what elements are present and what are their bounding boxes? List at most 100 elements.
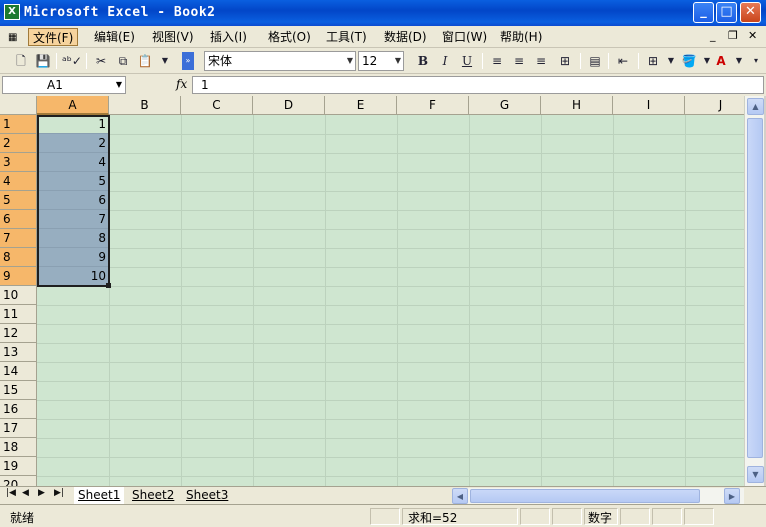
align-right-icon[interactable]: ≡ xyxy=(532,52,550,70)
maximize-button[interactable]: □ xyxy=(716,2,737,23)
menu-format[interactable]: 格式(O) xyxy=(264,28,315,46)
align-center-icon[interactable]: ≡ xyxy=(510,52,528,70)
font-name-select[interactable]: 宋体 ▼ xyxy=(204,51,356,71)
scroll-down-icon[interactable]: ▼ xyxy=(747,466,764,483)
name-box[interactable]: A1 ▼ xyxy=(2,76,126,94)
row-header-8[interactable]: 8 xyxy=(0,248,37,267)
row-header-6[interactable]: 6 xyxy=(0,210,37,229)
font-color-dropdown-icon[interactable]: ▼ xyxy=(730,52,748,70)
font-color-icon[interactable]: A xyxy=(712,52,730,70)
toolbar-separator xyxy=(638,53,639,69)
row-header-15[interactable]: 15 xyxy=(0,381,37,400)
row-header-3[interactable]: 3 xyxy=(0,153,37,172)
row-header-4[interactable]: 4 xyxy=(0,172,37,191)
last-sheet-icon[interactable]: ▶| xyxy=(54,488,64,498)
vertical-scrollbar[interactable]: ▲ ▼ xyxy=(744,96,764,486)
next-sheet-icon[interactable]: ▶ xyxy=(38,488,45,498)
gridline xyxy=(253,115,254,486)
chevron-down-icon: ▼ xyxy=(346,56,353,65)
column-header-g[interactable]: G xyxy=(469,96,541,115)
row-header-1[interactable]: 1 xyxy=(0,115,37,134)
decrease-indent-icon[interactable]: ⇤ xyxy=(614,52,632,70)
row-header-17[interactable]: 17 xyxy=(0,419,37,438)
row-header-10[interactable]: 10 xyxy=(0,286,37,305)
menu-help[interactable]: 帮助(H) xyxy=(496,28,546,46)
menu-edit[interactable]: 编辑(E) xyxy=(90,28,139,46)
first-sheet-icon[interactable]: |◀ xyxy=(6,488,16,498)
column-header-b[interactable]: B xyxy=(109,96,181,115)
close-button[interactable]: ✕ xyxy=(740,2,761,23)
tab-sheet3[interactable]: Sheet3 xyxy=(182,487,232,504)
toolbar-options-icon[interactable]: » xyxy=(182,52,194,70)
column-header-i[interactable]: I xyxy=(613,96,685,115)
cut-icon[interactable]: ✂ xyxy=(92,52,110,70)
row-header-11[interactable]: 11 xyxy=(0,305,37,324)
menu-data[interactable]: 数据(D) xyxy=(380,28,431,46)
horizontal-scroll-thumb[interactable] xyxy=(470,489,700,503)
copy-icon[interactable]: ⧉ xyxy=(114,52,132,70)
select-all-corner[interactable] xyxy=(0,96,37,115)
column-header-a[interactable]: A xyxy=(37,96,109,115)
doc-restore-button[interactable]: ❐ xyxy=(728,29,738,42)
fx-icon[interactable]: fx xyxy=(176,77,187,91)
doc-minimize-button[interactable]: _ xyxy=(710,29,716,42)
selection-border xyxy=(37,115,110,287)
row-header-20[interactable]: 20 xyxy=(0,476,37,486)
column-header-e[interactable]: E xyxy=(325,96,397,115)
align-left-icon[interactable]: ≡ xyxy=(488,52,506,70)
row-header-16[interactable]: 16 xyxy=(0,400,37,419)
column-header-d[interactable]: D xyxy=(253,96,325,115)
column-header-j[interactable]: J xyxy=(685,96,744,115)
menu-insert[interactable]: 插入(I) xyxy=(206,28,251,46)
name-box-value: A1 xyxy=(47,78,63,92)
row-header-12[interactable]: 12 xyxy=(0,324,37,343)
row-header-9[interactable]: 9 xyxy=(0,267,37,286)
status-pane xyxy=(620,508,650,525)
column-header-f[interactable]: F xyxy=(397,96,469,115)
minimize-button[interactable]: _ xyxy=(693,2,714,23)
bold-button[interactable]: B xyxy=(414,52,432,70)
row-header-7[interactable]: 7 xyxy=(0,229,37,248)
fill-handle[interactable] xyxy=(106,283,111,288)
vertical-scroll-thumb[interactable] xyxy=(747,118,763,458)
formula-input[interactable]: 1 xyxy=(192,76,764,94)
row-header-18[interactable]: 18 xyxy=(0,438,37,457)
prev-sheet-icon[interactable]: ◀ xyxy=(22,488,29,498)
toolbar-separator xyxy=(56,53,57,69)
menu-tools[interactable]: 工具(T) xyxy=(322,28,371,46)
sheet-grid[interactable]: A B C D E F G H I J 1 2 3 4 5 6 7 8 9 10… xyxy=(0,96,744,486)
row-header-5[interactable]: 5 xyxy=(0,191,37,210)
paste-dropdown-icon[interactable]: ▼ xyxy=(156,52,174,70)
row-header-14[interactable]: 14 xyxy=(0,362,37,381)
column-header-c[interactable]: C xyxy=(181,96,253,115)
borders-icon[interactable]: ⊞ xyxy=(644,52,662,70)
scroll-left-icon[interactable]: ◀ xyxy=(452,488,468,504)
row-header-19[interactable]: 19 xyxy=(0,457,37,476)
menu-file[interactable]: 文件(F) xyxy=(28,28,79,46)
row-header-2[interactable]: 2 xyxy=(0,134,37,153)
scroll-up-icon[interactable]: ▲ xyxy=(747,98,764,115)
row-header-13[interactable]: 13 xyxy=(0,343,37,362)
new-file-icon[interactable]: 🗋 xyxy=(12,52,30,70)
currency-style-icon[interactable]: ▤ xyxy=(586,52,604,70)
spelling-icon[interactable]: ᵃᵇ✓ xyxy=(62,52,82,70)
document-icon[interactable]: ▦ xyxy=(4,29,21,47)
borders-dropdown-icon[interactable]: ▼ xyxy=(662,52,680,70)
column-header-h[interactable]: H xyxy=(541,96,613,115)
menu-window[interactable]: 窗口(W) xyxy=(438,28,491,46)
fill-color-icon[interactable]: 🪣 xyxy=(680,52,698,70)
italic-button[interactable]: I xyxy=(436,52,454,70)
toolbar-more-icon[interactable]: ▾ xyxy=(750,52,762,70)
merge-center-icon[interactable]: ⊞ xyxy=(556,52,574,70)
underline-button[interactable]: U xyxy=(458,52,476,70)
excel-icon[interactable]: X xyxy=(4,4,20,20)
tab-sheet2[interactable]: Sheet2 xyxy=(128,487,178,504)
doc-close-button[interactable]: ✕ xyxy=(748,29,757,42)
horizontal-scrollbar[interactable]: ◀ ▶ xyxy=(452,488,744,504)
save-icon[interactable]: 💾 xyxy=(34,52,52,70)
tab-sheet1[interactable]: Sheet1 xyxy=(74,487,125,504)
menu-view[interactable]: 视图(V) xyxy=(148,28,198,46)
font-size-select[interactable]: 12 ▼ xyxy=(358,51,404,71)
paste-icon[interactable]: 📋 xyxy=(136,52,154,70)
scroll-right-icon[interactable]: ▶ xyxy=(724,488,740,504)
